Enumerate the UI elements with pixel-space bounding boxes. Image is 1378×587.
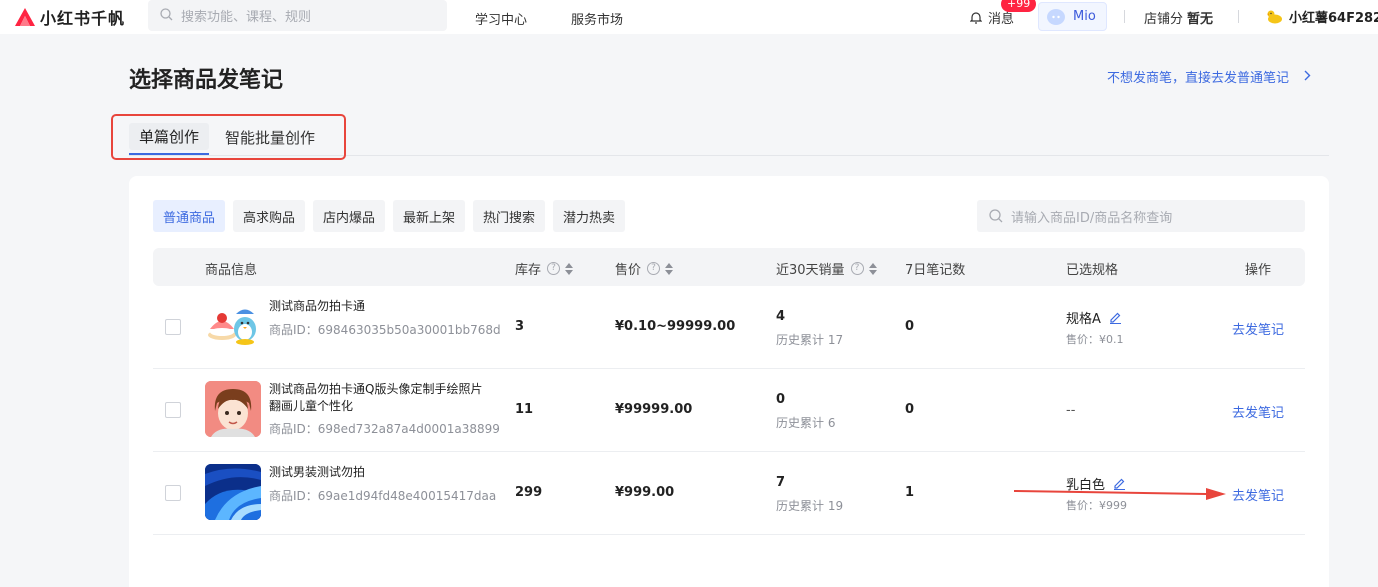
col-price[interactable]: 售价 ? [615, 259, 674, 278]
filter-potential[interactable]: 潜力热卖 [553, 200, 625, 232]
price-value: ¥99999.00 [615, 402, 693, 417]
filter-normal-goods[interactable]: 普通商品 [153, 200, 225, 232]
goods-id: 商品ID：698463035b50a30001bb768d [269, 323, 501, 337]
price-value: ¥999.00 [615, 485, 675, 500]
edit-pencil-icon[interactable] [1109, 311, 1122, 324]
logo-icon [14, 7, 36, 27]
notes-7d-value: 0 [905, 319, 915, 334]
global-search-input[interactable]: 搜索功能、课程、规则 [148, 0, 447, 31]
row-divider [153, 534, 1305, 535]
sort-icon[interactable] [868, 262, 877, 275]
stock-value: 11 [515, 402, 534, 417]
nav-service-market[interactable]: 服务市场 [571, 9, 623, 28]
filter-hot-search[interactable]: 热门搜索 [473, 200, 545, 232]
sort-icon[interactable] [665, 262, 674, 275]
bell-icon [970, 11, 982, 24]
app-name: 小红书千帆 [40, 9, 126, 28]
help-icon[interactable]: ? [547, 262, 561, 275]
goods-name: 测试男装测试勿拍 [269, 465, 366, 479]
help-icon[interactable]: ? [647, 262, 661, 275]
tabs-highlight-annotation [111, 114, 346, 160]
user-name: 小红薯64F282 [1289, 11, 1378, 26]
goods-search-placeholder: 请输入商品ID/商品名称查询 [1011, 210, 1173, 226]
sales-history: 历史累计 17 [776, 333, 844, 347]
col-notes-7d: 7日笔记数 [905, 263, 966, 278]
shop-score[interactable]: 店铺分 暂无 [1144, 8, 1213, 27]
divider [1238, 10, 1239, 23]
spec-price: 售价：¥0.1 [1066, 333, 1124, 346]
shop-score-label: 店铺分 [1144, 12, 1184, 27]
selected-spec: 规格A [1066, 308, 1122, 327]
goods-id: 商品ID：69ae1d94fd48e40015417daa [269, 489, 497, 503]
publish-note-button[interactable]: 去发笔记 [1232, 319, 1284, 338]
app-logo[interactable]: 小红书千帆 [14, 6, 125, 28]
col-stock[interactable]: 库存 ? [515, 259, 574, 278]
row-divider [153, 451, 1305, 452]
search-icon [989, 209, 1003, 223]
chevron-right-icon [1303, 69, 1311, 85]
top-bar: 小红书千帆 搜索功能、课程、规则 学习中心 服务市场 消息 +99 Mio 店铺… [0, 0, 1378, 34]
filter-store-hot[interactable]: 店内爆品 [313, 200, 385, 232]
divider [1124, 10, 1125, 23]
table-header [153, 248, 1305, 286]
col-action: 操作 [1245, 263, 1272, 278]
help-icon[interactable]: ? [850, 262, 864, 275]
filter-newest[interactable]: 最新上架 [393, 200, 465, 232]
sort-icon[interactable] [565, 262, 574, 275]
plain-note-link[interactable]: 不想发商笔，直接去发普通笔记 [1107, 67, 1311, 86]
goods-search-input[interactable]: 请输入商品ID/商品名称查询 [977, 200, 1305, 232]
col-sales-30d[interactable]: 近30天销量 ? [776, 259, 877, 278]
sales-history: 历史累计 19 [776, 499, 844, 513]
price-value: ¥0.10~99999.00 [615, 319, 736, 334]
notes-7d-value: 1 [905, 485, 915, 500]
sales-history: 历史累计 6 [776, 416, 836, 430]
page-title: 选择商品发笔记 [129, 68, 284, 93]
col-goods-info: 商品信息 [205, 263, 258, 278]
mio-avatar-icon [1047, 8, 1065, 25]
nav-learning-center[interactable]: 学习中心 [475, 9, 527, 28]
sales-30d-value: 0 [776, 392, 786, 407]
search-icon [160, 6, 173, 25]
duck-avatar-icon [1266, 9, 1283, 24]
goods-name: 测试商品勿拍卡通Q版头像定制手绘照片翻画儿童个性化 [269, 382, 483, 413]
filter-high-demand[interactable]: 高求购品 [233, 200, 305, 232]
col-selected-spec: 已选规格 [1066, 263, 1119, 278]
goods-thumbnail-avatar [205, 381, 261, 437]
messages-badge: +99 [1001, 0, 1037, 12]
stock-value: 299 [515, 485, 543, 500]
goods-id: 商品ID：698ed732a87a4d0001a38899 [269, 422, 500, 436]
goods-thumbnail-cartoon [205, 299, 261, 355]
sales-30d-value: 7 [776, 475, 786, 490]
plain-note-link-label: 不想发商笔，直接去发普通笔记 [1107, 71, 1290, 86]
mio-label: Mio [1073, 9, 1096, 24]
sales-30d-value: 4 [776, 309, 786, 324]
selected-spec-empty: -- [1066, 403, 1076, 418]
goods-thumbnail-wallpaper [205, 464, 261, 520]
annotation-arrow-icon [1010, 478, 1230, 512]
mio-assistant-button[interactable]: Mio [1038, 2, 1107, 31]
goods-name: 测试商品勿拍卡通 [269, 299, 366, 313]
shop-score-value: 暂无 [1187, 12, 1214, 27]
notes-7d-value: 0 [905, 402, 915, 417]
stock-value: 3 [515, 319, 525, 334]
row-checkbox[interactable] [165, 485, 181, 501]
row-divider [153, 368, 1305, 369]
user-menu[interactable]: 小红薯64F282 [1266, 7, 1378, 26]
publish-note-button[interactable]: 去发笔记 [1232, 402, 1284, 421]
row-checkbox[interactable] [165, 402, 181, 418]
publish-note-button[interactable]: 去发笔记 [1232, 485, 1284, 504]
search-placeholder: 搜索功能、课程、规则 [181, 10, 312, 25]
row-checkbox[interactable] [165, 319, 181, 335]
